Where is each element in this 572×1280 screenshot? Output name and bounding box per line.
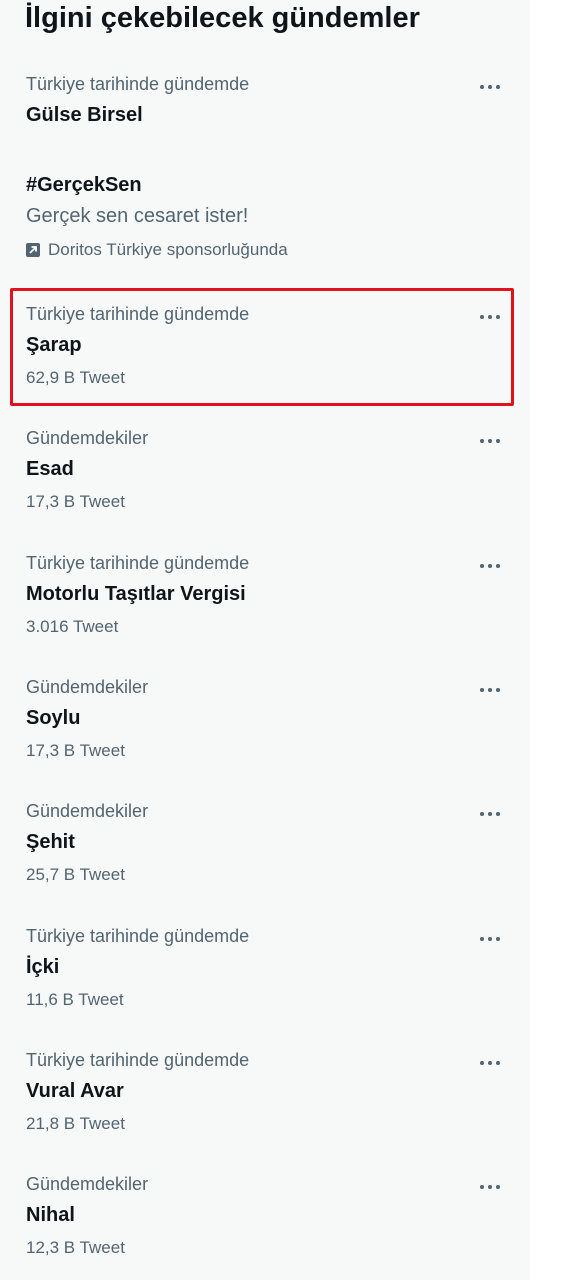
- trend-name: Soylu: [26, 707, 81, 729]
- more-options-icon[interactable]: [478, 684, 502, 696]
- trend-name: Gülse Birsel: [26, 104, 143, 126]
- panel-title: İlgini çekebilecek gündemler: [25, 2, 420, 34]
- trend-context: Gündemdekiler: [26, 801, 149, 821]
- trend-context: Türkiye tarihinde gündemde: [26, 926, 250, 946]
- trend-name: Vural Avar: [26, 1080, 124, 1102]
- highlight-box: [10, 288, 514, 406]
- trend-item[interactable]: Gündemdekiler Nihal 12,3 B Tweet: [0, 1171, 530, 1271]
- promoted-arrow-icon: [26, 243, 40, 257]
- tweet-count: 3.016 Tweet: [26, 617, 119, 636]
- tweet-count: 21,8 B Tweet: [26, 1114, 125, 1133]
- more-options-icon[interactable]: [478, 1181, 502, 1193]
- tweet-count: 12,3 B Tweet: [26, 1238, 125, 1257]
- trend-item[interactable]: Türkiye tarihinde gündemde Gülse Birsel: [0, 70, 530, 140]
- trend-item[interactable]: Türkiye tarihinde gündemde Vural Avar 21…: [0, 1047, 530, 1147]
- trend-name: Şehit: [26, 831, 75, 853]
- trend-context: Türkiye tarihinde gündemde: [26, 74, 250, 94]
- more-options-icon[interactable]: [478, 435, 502, 447]
- promoted-trend-item[interactable]: #GerçekSen Gerçek sen cesaret ister! Dor…: [0, 165, 530, 275]
- more-options-icon[interactable]: [478, 933, 502, 945]
- tweet-count: 25,7 B Tweet: [26, 865, 125, 884]
- trend-item[interactable]: Türkiye tarihinde gündemde Motorlu Taşıt…: [0, 549, 530, 649]
- promoted-by-text: Doritos Türkiye sponsorluğunda: [48, 240, 288, 259]
- more-options-icon[interactable]: [478, 808, 502, 820]
- trend-name: Esad: [26, 458, 74, 480]
- more-options-icon[interactable]: [478, 1057, 502, 1069]
- trend-item[interactable]: Gündemdekiler Esad 17,3 B Tweet: [0, 425, 530, 525]
- trend-context: Gündemdekiler: [26, 428, 149, 448]
- trend-context: Türkiye tarihinde gündemde: [26, 553, 250, 573]
- trend-item[interactable]: Gündemdekiler Şehit 25,7 B Tweet: [0, 798, 530, 898]
- trend-item[interactable]: Türkiye tarihinde gündemde İçki 11,6 B T…: [0, 923, 530, 1023]
- tweet-count: 11,6 B Tweet: [26, 990, 124, 1009]
- trend-context: Gündemdekiler: [26, 1174, 149, 1194]
- promoted-label: Doritos Türkiye sponsorluğunda: [26, 240, 288, 260]
- tweet-count: 17,3 B Tweet: [26, 741, 125, 760]
- trend-description: Gerçek sen cesaret ister!: [26, 205, 249, 227]
- trend-context: Gündemdekiler: [26, 677, 149, 697]
- trend-item[interactable]: Gündemdekiler Soylu 17,3 B Tweet: [0, 674, 530, 774]
- trend-name: İçki: [26, 956, 60, 978]
- more-options-icon[interactable]: [478, 560, 502, 572]
- trend-context: Türkiye tarihinde gündemde: [26, 1050, 250, 1070]
- trend-name: #GerçekSen: [26, 174, 142, 196]
- trend-name: Motorlu Taşıtlar Vergisi: [26, 583, 246, 605]
- tweet-count: 17,3 B Tweet: [26, 492, 125, 511]
- trends-panel: İlgini çekebilecek gündemler Türkiye tar…: [0, 0, 530, 1280]
- more-options-icon[interactable]: [478, 81, 502, 93]
- trend-name: Nihal: [26, 1204, 75, 1226]
